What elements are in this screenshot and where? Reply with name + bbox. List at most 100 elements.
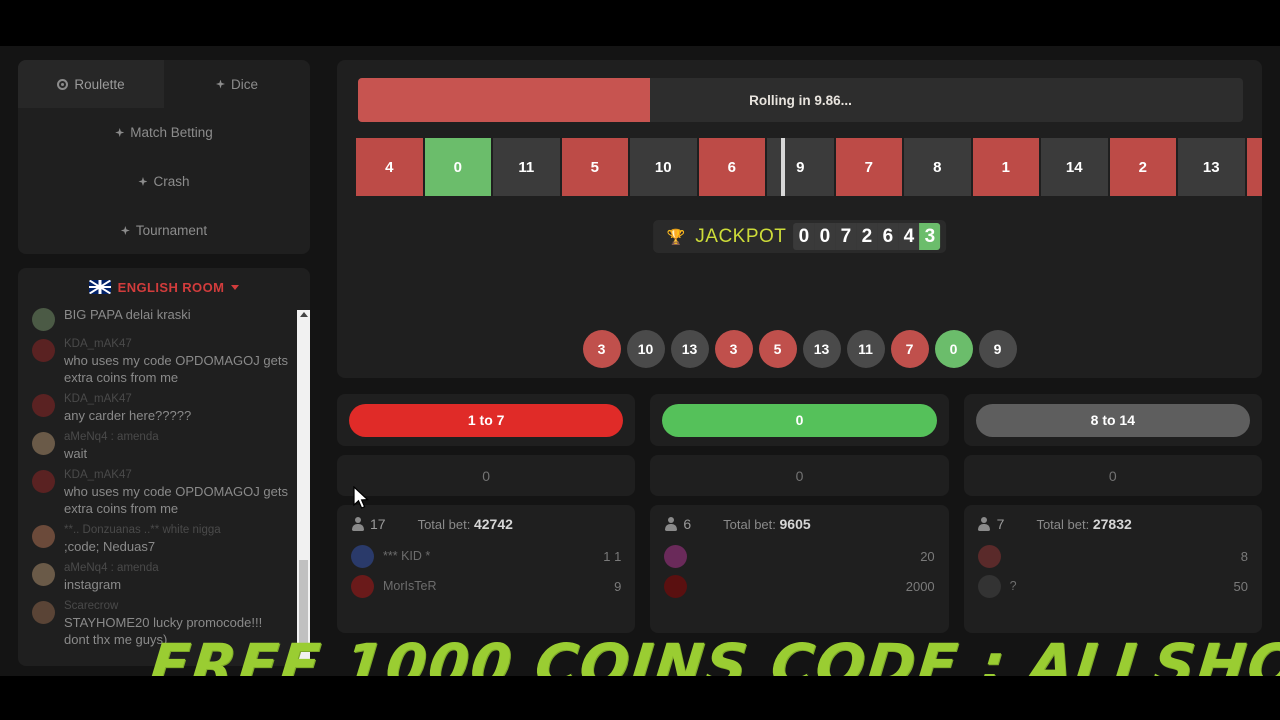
chat-message: KDA_mAK47any carder here?????	[32, 392, 290, 424]
chat-message: aMeNq4 : amenda wait	[32, 430, 290, 462]
roulette-cell: 9	[767, 138, 834, 196]
chat-message: **.. Donzuanas ..** white nigga ;code; Ne…	[32, 523, 290, 555]
zone-bettors-list: 17 Total bet: 42742 *** KID * 1 1 MorIsTeR 9	[337, 505, 636, 633]
betting-zones: 1 to 7 0 17 Total bet: 42742 *** KID * 1 1 Mor…	[337, 394, 1262, 633]
avatar	[32, 394, 55, 417]
avatar	[32, 339, 55, 362]
jackpot-digit: 7	[835, 223, 857, 250]
chat-message-text: ;code; Neduas7	[64, 539, 156, 554]
betting-zone: 8 to 14 0 7 Total bet: 27832 8? 50	[963, 394, 1262, 633]
trophy-icon: 🏆	[666, 228, 686, 246]
sidebar: Roulette Dice Match Betting Crash Tourna…	[18, 60, 310, 666]
scroll-up-arrow-icon[interactable]	[300, 312, 308, 317]
zone-total-bet: Total bet: 9605	[723, 516, 811, 532]
roulette-game-panel: Rolling in 9.86... 401151069781142133 🏆 …	[337, 60, 1262, 378]
round-timer-label: Rolling in 9.86...	[749, 92, 852, 108]
betting-zone-header: 8 to 14	[963, 394, 1262, 446]
avatar	[977, 544, 1001, 568]
roulette-cell: 10	[630, 138, 697, 196]
chat-message: KDA_mAK47 who uses my code OPDOMAGOJ gets…	[32, 337, 290, 386]
my-bet-amount: 0	[337, 455, 636, 496]
zone-bettors-summary: 6 Total bet: 9605	[664, 516, 934, 532]
sidebar-item-roulette[interactable]: Roulette	[18, 60, 164, 108]
avatar	[351, 544, 374, 568]
bettor-amount: 9	[614, 578, 622, 594]
roulette-cell: 1	[972, 138, 1039, 196]
history-circle: 3	[582, 330, 621, 368]
jackpot-digit: 6	[877, 223, 899, 250]
bettor-row: 20	[664, 541, 935, 571]
jackpot-digit: 3	[919, 223, 941, 250]
roulette-cell: 3	[1246, 138, 1262, 196]
uk-flag-icon	[88, 280, 111, 294]
place-bet-button[interactable]: 0	[662, 403, 937, 437]
jackpot-digits: 0072643	[793, 223, 941, 250]
roulette-strip-marker	[781, 138, 785, 196]
betting-zone-header: 0	[650, 394, 949, 446]
zone-total-bet-value: 27832	[1092, 516, 1132, 532]
history-circle: 7	[890, 330, 929, 368]
chat-message-list[interactable]: BIG PAPA delai kraski KDA_mAK47 who uses m…	[18, 306, 310, 666]
chevron-down-icon	[231, 284, 240, 290]
place-bet-button[interactable]: 1 to 7	[348, 403, 624, 437]
avatar	[664, 544, 688, 568]
betting-zone: 1 to 7 0 17 Total bet: 42742 *** KID * 1 1 Mor…	[337, 394, 636, 633]
avatar	[32, 470, 55, 493]
chat-message-user: **.. Donzuanas ..** white nigga	[64, 524, 221, 536]
zone-total-bet-value: 42742	[473, 516, 513, 532]
jackpot-display: 🏆 JACKPOT 0072643	[652, 220, 947, 253]
avatar	[664, 574, 688, 598]
roulette-cell: 4	[356, 138, 423, 196]
bettor-amount: 50	[1233, 578, 1248, 594]
chat-message-text: wait	[64, 446, 88, 461]
bettor-name: ?	[1009, 579, 1017, 593]
target-dot-icon	[57, 78, 69, 90]
bettor-row: ? 50	[977, 571, 1248, 601]
roll-history: 3 10 13 3 5 13 11 7 0 9	[337, 330, 1262, 368]
letterbox-top	[0, 0, 1280, 46]
roulette-cell: 11	[493, 138, 560, 196]
zone-player-count: 7	[978, 516, 1004, 532]
chat-message-user: KDA_mAK47	[64, 469, 132, 481]
chat-message-text: who uses my code OPDOMAGOJ gets extra co…	[64, 353, 288, 385]
bettor-row: MorIsTeR 9	[351, 571, 621, 601]
chat-message-body: KDA_mAK47any carder here?????	[64, 392, 191, 424]
sidebar-item-crash[interactable]: Crash	[18, 157, 310, 206]
bettor-amount: 20	[920, 548, 935, 564]
sidebar-item-tournament-label: Tournament	[135, 223, 208, 238]
diamond-icon	[120, 226, 130, 235]
history-circle: 10	[626, 330, 665, 368]
roulette-strip-cells: 401151069781142133	[356, 138, 1262, 196]
sidebar-item-dice[interactable]: Dice	[164, 60, 310, 108]
place-bet-button[interactable]: 8 to 14	[975, 403, 1251, 437]
chat-message-body: **.. Donzuanas ..** white nigga ;code; Ne…	[64, 523, 221, 555]
zone-player-count-value: 6	[683, 516, 692, 532]
avatar	[351, 574, 374, 598]
roulette-cell: 8	[904, 138, 971, 196]
zone-total-bet: Total bet: 27832	[1036, 516, 1131, 532]
chat-message-body: KDA_mAK47 who uses my code OPDOMAGOJ gets…	[64, 468, 290, 517]
chat-scrollbar[interactable]	[297, 310, 310, 662]
bettor-amount: 8	[1240, 548, 1248, 564]
betting-zone: 0 0 6 Total bet: 9605 20 2000	[650, 394, 949, 633]
diamond-icon	[138, 177, 148, 186]
jackpot-digit: 0	[814, 223, 836, 250]
chat-message-user: aMeNq4 : amenda	[64, 431, 159, 443]
zone-total-bet: Total bet: 42742	[418, 516, 513, 532]
mouse-cursor	[353, 486, 369, 509]
chat-message-user: KDA_mAK47	[64, 393, 132, 405]
jackpot-digit: 4	[898, 223, 920, 250]
letterbox-bottom	[0, 676, 1280, 720]
avatar	[32, 308, 55, 331]
sidebar-item-tournament[interactable]: Tournament	[18, 206, 310, 254]
chat-message-body: BIG PAPA delai kraski	[64, 306, 191, 331]
person-icon	[351, 517, 364, 531]
chat-panel: ENGLISH ROOM BIG PAPA delai kraski KDA_mA…	[18, 268, 310, 666]
avatar	[32, 563, 55, 586]
chat-message-text: any carder here?????	[64, 408, 192, 423]
sidebar-item-crash-label: Crash	[153, 174, 190, 189]
sidebar-item-match-betting[interactable]: Match Betting	[18, 108, 310, 157]
history-circle: 11	[846, 330, 885, 368]
betting-zone-header: 1 to 7	[337, 394, 636, 446]
chat-room-selector[interactable]: ENGLISH ROOM	[18, 268, 310, 306]
